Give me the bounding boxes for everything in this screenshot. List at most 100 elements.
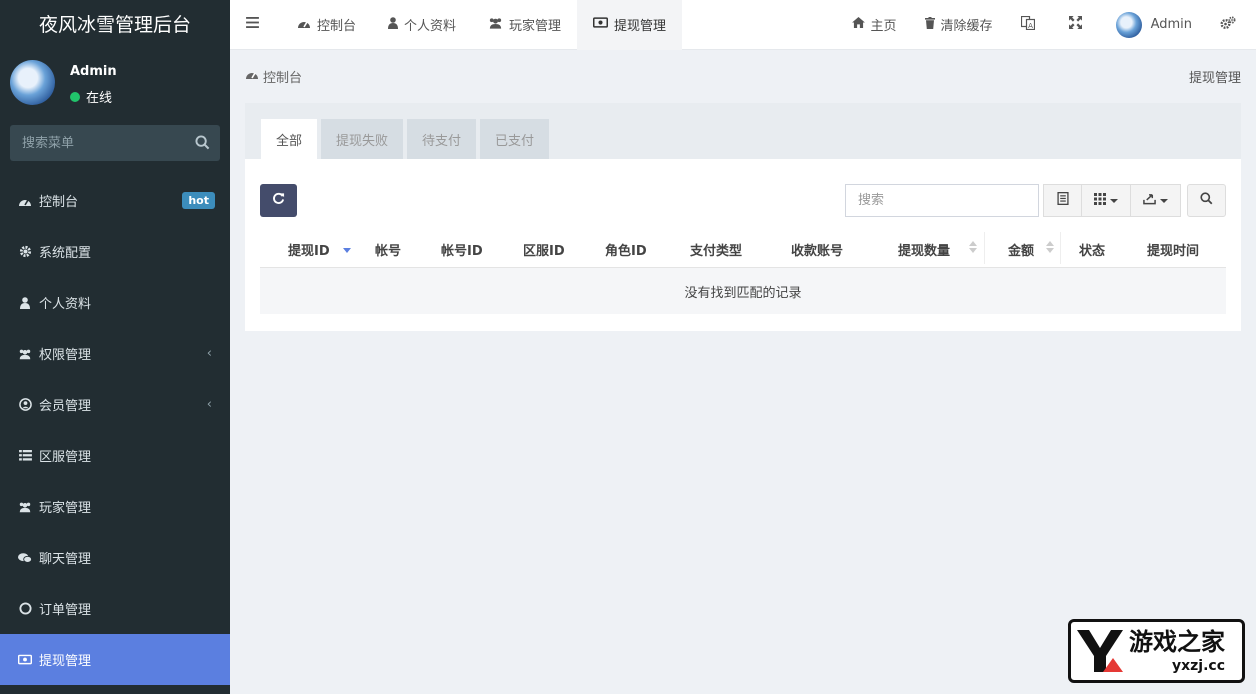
col-status[interactable]: 状态 — [1079, 240, 1105, 259]
table-search-button[interactable] — [1187, 184, 1226, 217]
sidebar-item-label: 订单管理 — [39, 603, 92, 618]
settings-button[interactable] — [1206, 0, 1256, 50]
sidebar-item-servers[interactable]: 区服管理 — [0, 430, 230, 481]
toggle-view-button[interactable] — [1043, 184, 1082, 217]
user-icon — [388, 16, 404, 33]
clear-cache-button[interactable]: 清除缓存 — [911, 0, 1007, 50]
tab-label: 提现管理 — [614, 19, 667, 34]
table-search-input[interactable] — [846, 185, 1038, 216]
menu-search-input[interactable] — [10, 125, 220, 161]
sidebar-toggle-button[interactable] — [230, 0, 281, 50]
sidebar-item-players[interactable]: 玩家管理 — [0, 481, 230, 532]
tab-failed[interactable]: 提现失败 — [321, 119, 404, 159]
sidebar-item-withdrawals[interactable]: 提现管理 — [0, 634, 230, 685]
tab-players[interactable]: 玩家管理 — [472, 0, 577, 50]
tab-label: 个人资料 — [404, 19, 457, 34]
breadcrumb-home[interactable]: 控制台 — [245, 67, 302, 86]
table-view-buttons — [1043, 184, 1181, 217]
col-account-id[interactable]: 帐号ID — [441, 240, 483, 259]
user-menu[interactable]: Admin — [1102, 0, 1206, 50]
dashboard-icon — [18, 194, 32, 208]
sidebar: 夜风冰雪管理后台 Admin 在线 控制台 hot 系统配置 个人资料 权限 — [0, 0, 230, 694]
sidebar-item-label: 个人资料 — [39, 297, 92, 312]
group-icon — [18, 500, 32, 514]
watermark-url: yxzj.cc — [1171, 657, 1225, 674]
col-withdraw-amount[interactable]: 提现数量 — [898, 240, 950, 259]
dashboard-icon — [297, 17, 317, 33]
sort-icon — [343, 241, 351, 253]
col-withdraw-time[interactable]: 提现时间 — [1147, 240, 1199, 259]
user-status: 在线 — [70, 87, 112, 106]
sidebar-item-chat[interactable]: 聊天管理 — [0, 532, 230, 583]
sidebar-item-label: 权限管理 — [39, 348, 92, 363]
hot-badge: hot — [182, 192, 215, 209]
refresh-button[interactable] — [260, 184, 297, 217]
table-toolbar — [260, 184, 1226, 218]
avatar — [10, 60, 55, 105]
table-header: 提现ID 帐号 帐号ID 区服ID 角色ID 支付类型 收款账号 提现数量 金额… — [260, 228, 1226, 268]
tab-all[interactable]: 全部 — [261, 119, 318, 159]
col-money[interactable]: 金额 — [1008, 240, 1034, 259]
list-view-icon — [1056, 191, 1069, 209]
page-title: 提现管理 — [1188, 70, 1241, 86]
withdrawal-panel: 全部 提现失败 待支付 已支付 搜索 提现ID 帐号 帐号ID 区服ID 角色I… — [245, 103, 1241, 331]
breadcrumb: 控制台 提现管理 — [245, 66, 1241, 86]
chevron-left-icon: ‹ — [206, 346, 212, 361]
sidebar-item-permissions[interactable]: 权限管理 ‹ — [0, 328, 230, 379]
panel-header: 全部 提现失败 待支付 已支付 — [245, 103, 1241, 159]
withdrawal-table: 提现ID 帐号 帐号ID 区服ID 角色ID 支付类型 收款账号 提现数量 金额… — [260, 228, 1226, 314]
column-divider — [1060, 232, 1061, 264]
export-icon — [1143, 193, 1156, 209]
search-icon — [1200, 192, 1213, 209]
col-withdraw-id[interactable]: 提现ID — [288, 240, 330, 259]
tab-dashboard[interactable]: 控制台 — [281, 0, 372, 50]
col-role-id[interactable]: 角色ID — [605, 240, 647, 259]
group-icon — [488, 17, 509, 33]
sidebar-item-orders[interactable]: 订单管理 — [0, 583, 230, 634]
user-icon — [18, 296, 32, 310]
language-button[interactable]: A — [1007, 0, 1055, 50]
tab-paid[interactable]: 已支付 — [480, 119, 550, 159]
sidebar-item-dashboard[interactable]: 控制台 hot — [0, 175, 230, 226]
sort-icon — [969, 241, 977, 253]
col-account[interactable]: 帐号 — [375, 240, 401, 259]
sidebar-item-system-config[interactable]: 系统配置 — [0, 226, 230, 277]
sidebar-item-profile[interactable]: 个人资料 — [0, 277, 230, 328]
sidebar-item-label: 聊天管理 — [39, 552, 92, 567]
breadcrumb-home-label: 控制台 — [263, 70, 303, 86]
caret-down-icon — [1160, 198, 1168, 203]
money-icon — [18, 653, 32, 667]
col-receive-account[interactable]: 收款账号 — [791, 240, 843, 259]
user-name: Admin — [70, 64, 117, 79]
empty-table-message: 没有找到匹配的记录 — [260, 268, 1226, 314]
export-button[interactable] — [1130, 184, 1181, 217]
tab-label: 玩家管理 — [509, 19, 562, 34]
columns-button[interactable] — [1081, 184, 1131, 217]
tab-label: 控制台 — [317, 19, 357, 34]
topbar-right: 主页 清除缓存 A Admin — [838, 0, 1256, 50]
list-icon — [18, 449, 32, 463]
home-label: 主页 — [870, 19, 897, 34]
sidebar-item-label: 系统配置 — [39, 246, 92, 261]
home-link[interactable]: 主页 — [838, 0, 911, 50]
online-dot-icon — [70, 91, 80, 102]
sidebar-item-label: 玩家管理 — [39, 501, 92, 516]
translate-icon: A — [1020, 15, 1041, 34]
sidebar-item-members[interactable]: 会员管理 ‹ — [0, 379, 230, 430]
tab-pending[interactable]: 待支付 — [407, 119, 477, 159]
search-icon[interactable] — [195, 135, 210, 154]
chevron-left-icon: ‹ — [206, 397, 212, 412]
sort-icon — [1046, 241, 1054, 253]
user-circle-icon — [18, 398, 32, 412]
home-icon — [851, 17, 871, 32]
trash-icon — [924, 16, 941, 33]
brand-title[interactable]: 夜风冰雪管理后台 — [0, 0, 230, 50]
tab-profile[interactable]: 个人资料 — [372, 0, 472, 50]
tab-withdrawals[interactable]: 提现管理 — [577, 0, 683, 50]
col-server-id[interactable]: 区服ID — [523, 240, 565, 259]
user-menu-name: Admin — [1150, 17, 1192, 32]
expand-icon — [1068, 16, 1088, 33]
col-pay-type[interactable]: 支付类型 — [690, 240, 742, 259]
fullscreen-button[interactable] — [1055, 0, 1102, 50]
dashboard-icon — [245, 68, 263, 84]
